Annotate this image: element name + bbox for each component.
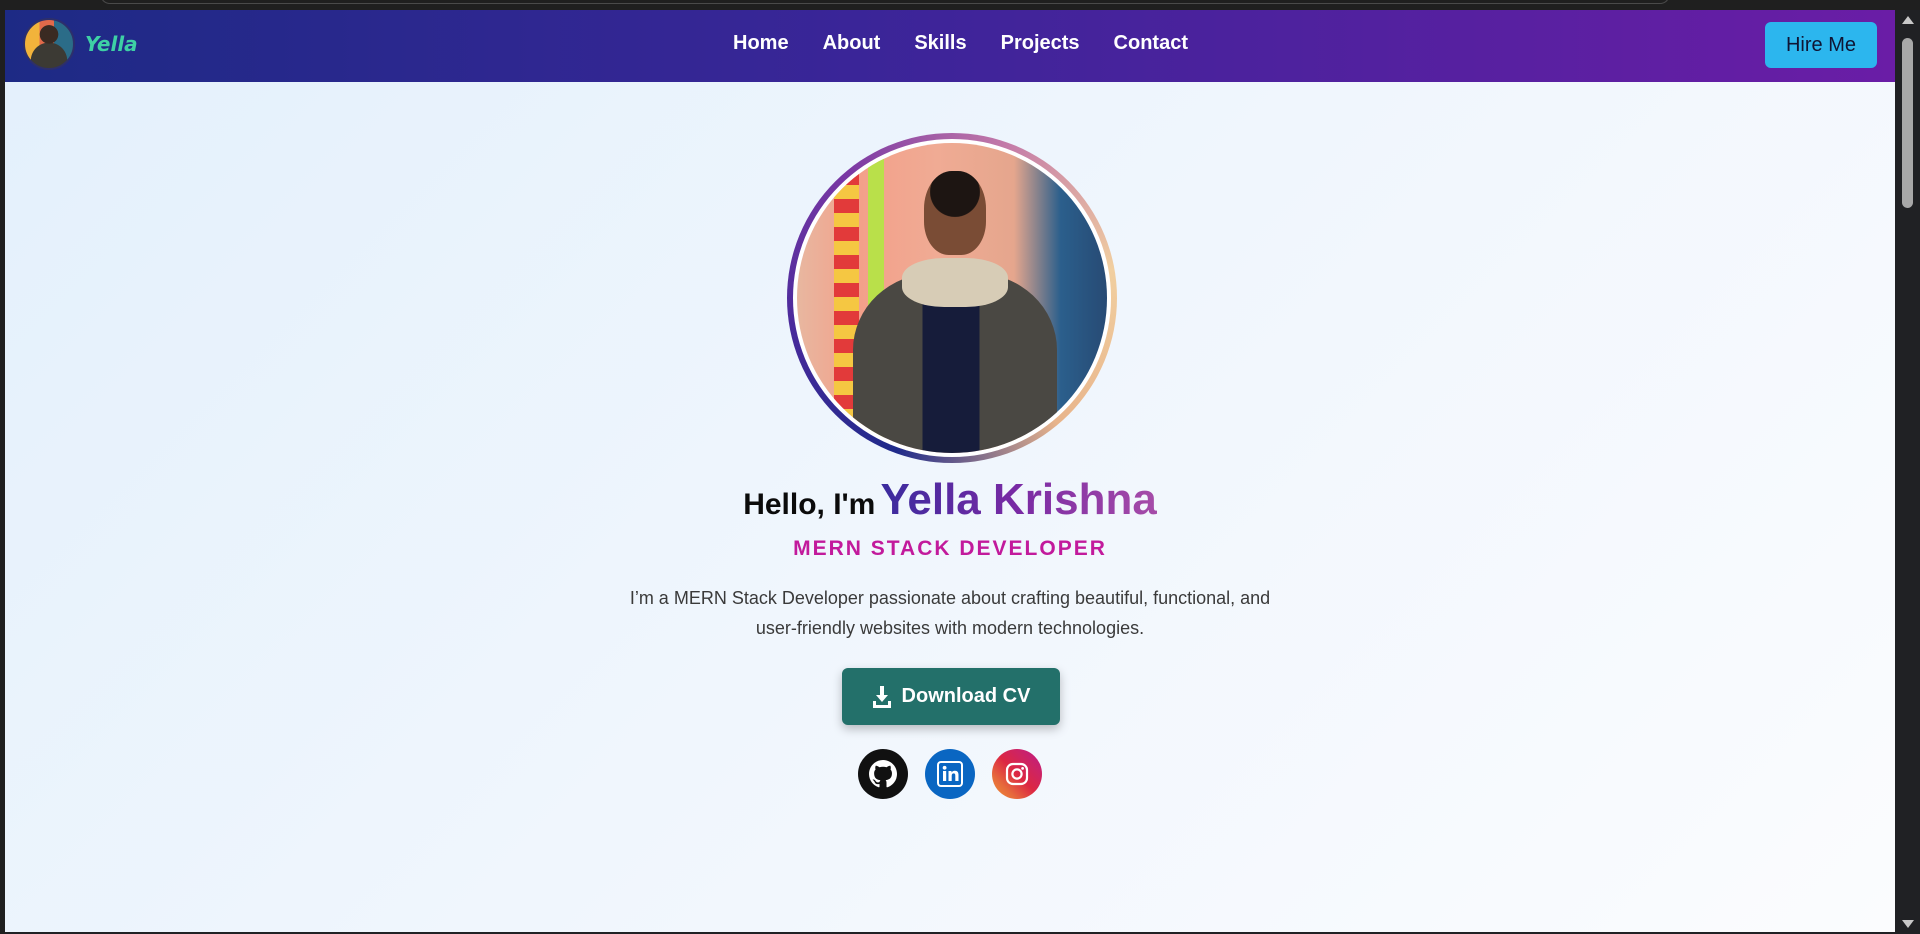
nav-link-projects[interactable]: Projects [1001, 32, 1080, 55]
scroll-thumb[interactable] [1902, 38, 1913, 208]
brand[interactable]: Yella [23, 18, 138, 70]
instagram-icon [1005, 762, 1029, 786]
github-link[interactable] [858, 749, 908, 799]
instagram-link[interactable] [992, 749, 1042, 799]
scroll-up-arrow-icon[interactable] [1902, 16, 1914, 24]
nav-link-contact[interactable]: Contact [1114, 32, 1188, 55]
hero-role: MERN STACK DEVELOPER [793, 537, 1107, 560]
github-icon [869, 760, 897, 788]
browser-top-bezel [0, 0, 1920, 10]
brand-name: Yella [85, 32, 138, 56]
profile-photo-ring [787, 133, 1117, 463]
brand-avatar [23, 18, 75, 70]
linkedin-link[interactable] [925, 749, 975, 799]
navbar: Yella Home About Skills Projects Contact… [5, 10, 1895, 82]
profile-photo-frame [793, 139, 1111, 457]
hire-me-button[interactable]: Hire Me [1765, 22, 1877, 68]
download-icon [872, 685, 891, 708]
nav-link-home[interactable]: Home [733, 32, 789, 55]
hero-greeting: Hello, I'm [743, 488, 876, 521]
scroll-down-arrow-icon[interactable] [1902, 920, 1914, 928]
page-viewport: Yella Home About Skills Projects Contact… [5, 10, 1895, 932]
vertical-scrollbar[interactable] [1895, 10, 1920, 934]
social-links [858, 749, 1042, 799]
hero-intro: I’m a MERN Stack Developer passionate ab… [629, 588, 1271, 638]
profile-photo [797, 143, 1107, 453]
hero-name: Yella Krishna [880, 475, 1157, 524]
linkedin-icon [937, 761, 963, 787]
download-cv-button[interactable]: Download CV [842, 668, 1060, 725]
download-cv-label: Download CV [901, 685, 1031, 707]
nav-links: Home About Skills Projects Contact [733, 32, 1222, 55]
nav-link-skills[interactable]: Skills [914, 32, 966, 55]
nav-link-about[interactable]: About [823, 32, 881, 55]
hero-heading: Hello, I'm Yella Krishna [5, 475, 1895, 525]
